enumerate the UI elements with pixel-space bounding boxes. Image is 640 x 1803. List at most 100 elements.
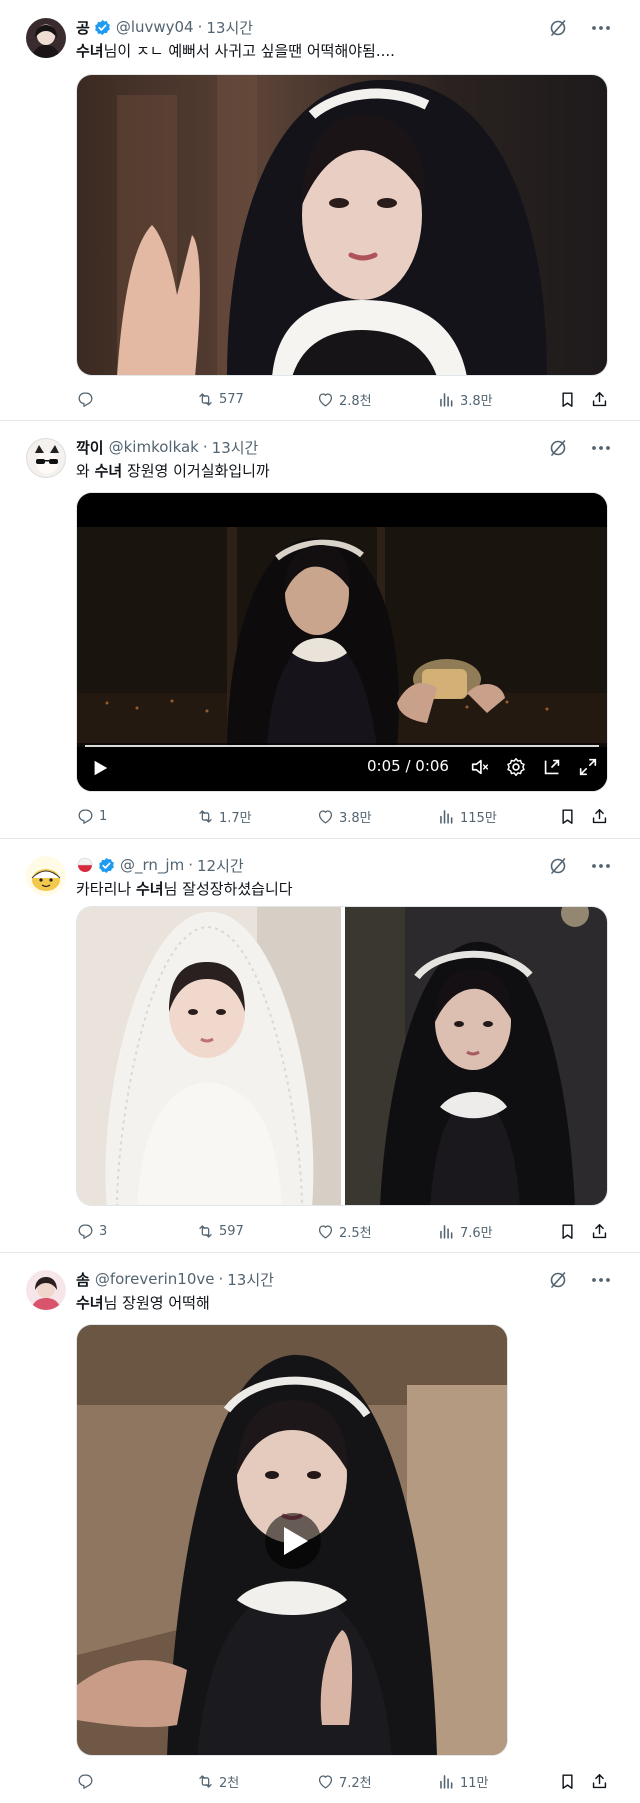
reply-button[interactable] — [76, 388, 99, 410]
like-count: 2.5천 — [339, 1225, 372, 1241]
bookmark-icon — [562, 391, 573, 407]
share-button[interactable] — [590, 1220, 609, 1242]
retweet-icon — [199, 1774, 212, 1788]
bookmark-icon — [562, 808, 573, 824]
more-icon[interactable] — [590, 856, 612, 876]
share-button[interactable] — [590, 388, 609, 410]
display-name[interactable]: 공 — [76, 17, 90, 38]
bookmark-icon — [562, 1773, 573, 1789]
more-icon[interactable] — [590, 18, 612, 38]
tweet-text: 수녀님이 ㅈㄴ 예뻐서 사귀고 싶을땐 어떡해야됨.... — [76, 41, 395, 61]
timestamp[interactable]: 12시간 — [197, 855, 244, 876]
tweet-4[interactable]: 솜 @foreverin10ve · 13시간 수녀님 장원영 어떡해 2천 7… — [0, 1252, 640, 1803]
like-icon — [318, 392, 333, 406]
view-count: 7.6만 — [460, 1225, 493, 1241]
like-button[interactable]: 2.5천 — [316, 1220, 372, 1242]
play-icon[interactable] — [91, 759, 109, 777]
grok-icon[interactable] — [548, 1270, 568, 1290]
tweet-text: 수녀님 장원영 어떡해 — [76, 1293, 210, 1313]
avatar[interactable] — [26, 856, 66, 896]
tweet-3[interactable]: @_rn_jm · 12시간 카타리나 수녀님 잘성장하셨습니다 3 597 2… — [0, 838, 640, 1252]
like-button[interactable]: 3.8만 — [316, 805, 372, 827]
video-time: 0:05 / 0:06 — [367, 757, 449, 775]
tweet-video[interactable]: 0:05 / 0:06 — [76, 492, 608, 792]
tweet-video[interactable] — [76, 1324, 508, 1756]
settings-icon[interactable] — [505, 756, 527, 778]
retweet-count: 597 — [219, 1223, 244, 1239]
views-icon — [440, 392, 453, 407]
video-progress-bar[interactable] — [85, 745, 599, 747]
views-icon — [440, 1774, 453, 1789]
share-button[interactable] — [590, 805, 609, 827]
reply-icon — [78, 1224, 93, 1239]
more-icon[interactable] — [590, 1270, 612, 1290]
avatar[interactable] — [26, 1270, 66, 1310]
tweet-photo[interactable] — [76, 74, 608, 376]
like-icon — [318, 1774, 333, 1788]
text-bold: 수녀 — [76, 42, 104, 60]
views-button[interactable]: 11만 — [437, 1770, 489, 1792]
tweet-1[interactable]: 공 @luvwy04 · 13시간 수녀님이 ㅈㄴ 예뻐서 사귀고 싶을땐 어떡… — [0, 0, 640, 420]
retweet-button[interactable]: 597 — [196, 1220, 244, 1242]
tweet-text: 카타리나 수녀님 잘성장하셨습니다 — [76, 879, 293, 899]
timestamp[interactable]: 13시간 — [212, 437, 259, 458]
timestamp[interactable]: 13시간 — [227, 1269, 274, 1290]
text-bold: 수녀 — [76, 1294, 104, 1312]
separator-dot: · — [197, 18, 203, 36]
handle[interactable]: @_rn_jm — [120, 856, 184, 874]
volume-off-icon[interactable] — [469, 756, 491, 778]
popout-icon[interactable] — [541, 756, 563, 778]
grok-icon[interactable] — [548, 18, 568, 38]
like-button[interactable]: 2.8천 — [316, 388, 372, 410]
more-icon[interactable] — [590, 438, 612, 458]
handle[interactable]: @foreverin10ve — [95, 1270, 215, 1288]
display-name[interactable]: 깍이 — [76, 437, 104, 458]
reply-icon — [78, 1774, 93, 1789]
bookmark-button[interactable] — [558, 1770, 577, 1792]
share-icon — [592, 1773, 607, 1788]
tweet-header: 공 @luvwy04 · 13시간 — [76, 16, 253, 38]
display-name[interactable]: 솜 — [76, 1269, 90, 1290]
reply-icon — [78, 392, 93, 407]
view-count: 11만 — [460, 1775, 489, 1791]
nun-portrait-image — [77, 75, 607, 375]
action-bar: 1 1.7만 3.8만 115만 — [76, 805, 616, 827]
handle[interactable]: @luvwy04 — [116, 18, 194, 36]
reply-button[interactable]: 1 — [76, 805, 107, 827]
view-count: 115만 — [460, 810, 497, 826]
video-controls: 0:05 / 0:06 — [77, 743, 607, 791]
timestamp[interactable]: 13시간 — [206, 17, 253, 38]
view-count: 3.8만 — [460, 393, 493, 409]
retweet-button[interactable]: 2천 — [196, 1770, 239, 1792]
share-icon — [592, 391, 607, 406]
like-button[interactable]: 7.2천 — [316, 1770, 372, 1792]
fullscreen-icon[interactable] — [577, 756, 599, 778]
reply-button[interactable]: 3 — [76, 1220, 107, 1242]
verified-badge-icon — [98, 856, 115, 874]
retweet-icon — [199, 1224, 212, 1238]
retweet-count: 1.7만 — [219, 810, 252, 826]
reply-button[interactable] — [76, 1770, 99, 1792]
tweet-2[interactable]: 깍이 @kimkolkak · 13시간 와 수녀 장원영 이거실화입니까 0:… — [0, 420, 640, 838]
views-button[interactable]: 7.6만 — [437, 1220, 493, 1242]
photo-nun-adult[interactable] — [345, 907, 608, 1206]
grok-icon[interactable] — [548, 856, 568, 876]
retweet-button[interactable]: 577 — [196, 388, 244, 410]
text-rest: 장원영 이거실화입니까 — [122, 462, 270, 480]
views-button[interactable]: 115만 — [437, 805, 497, 827]
share-icon — [592, 808, 607, 823]
handle[interactable]: @kimkolkak — [109, 438, 199, 456]
like-icon — [318, 809, 333, 823]
avatar[interactable] — [26, 438, 66, 478]
retweet-button[interactable]: 1.7만 — [196, 805, 252, 827]
grok-icon[interactable] — [548, 438, 568, 458]
avatar[interactable] — [26, 18, 66, 58]
retweet-count: 577 — [219, 391, 244, 407]
photo-veil-child[interactable] — [77, 907, 341, 1206]
views-button[interactable]: 3.8만 — [437, 388, 493, 410]
bookmark-button[interactable] — [558, 388, 577, 410]
avatar-image — [31, 869, 61, 891]
bookmark-button[interactable] — [558, 1220, 577, 1242]
bookmark-button[interactable] — [558, 805, 577, 827]
share-button[interactable] — [590, 1770, 609, 1792]
